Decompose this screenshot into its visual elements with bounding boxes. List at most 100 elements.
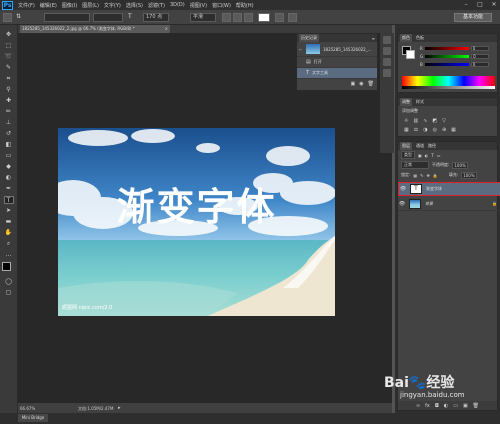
hue-saturation-icon[interactable]: ▦ bbox=[404, 127, 409, 133]
eyedropper-tool-icon[interactable]: ⚲ bbox=[4, 86, 14, 94]
history-item-selected[interactable]: T 文字工具 bbox=[297, 68, 377, 79]
document-tab-close-icon[interactable]: × bbox=[165, 25, 168, 33]
visibility-eye-icon[interactable]: 👁 bbox=[399, 186, 407, 192]
new-document-icon[interactable]: ▣ bbox=[351, 81, 356, 87]
close-button[interactable]: ✕ bbox=[490, 1, 498, 8]
lock-position-icon[interactable]: ✥ bbox=[427, 173, 430, 178]
tab-history[interactable]: 历史记录 bbox=[299, 34, 319, 42]
document-tab[interactable]: 1825285_145326022_2.jpg @ 66.7% (渐变字体, R… bbox=[20, 25, 170, 33]
blue-slider[interactable] bbox=[424, 62, 469, 66]
character-panel-icon[interactable] bbox=[383, 58, 391, 66]
menu-3d[interactable]: 3D(D) bbox=[170, 2, 185, 8]
crop-tool-icon[interactable]: ⌗ bbox=[4, 75, 14, 83]
black-white-icon[interactable]: ◑ bbox=[423, 127, 427, 133]
font-family-select[interactable] bbox=[44, 13, 90, 22]
menu-view[interactable]: 视图(V) bbox=[190, 2, 207, 9]
trash-icon[interactable]: 🗑 bbox=[368, 81, 374, 87]
edit-toolbar-icon[interactable]: … bbox=[4, 251, 14, 259]
filter-adjust-icon[interactable]: ◐ bbox=[425, 153, 429, 158]
filter-type-icon[interactable]: T bbox=[431, 153, 433, 158]
menu-image[interactable]: 图像(I) bbox=[62, 2, 77, 9]
screen-mode-icon[interactable]: ▢ bbox=[4, 289, 14, 297]
link-layers-icon[interactable]: ∞ bbox=[416, 403, 420, 409]
eraser-tool-icon[interactable]: ◧ bbox=[4, 141, 14, 149]
lock-image-icon[interactable]: ✎ bbox=[420, 173, 423, 178]
tab-styles[interactable]: 样式 bbox=[416, 99, 424, 105]
layer-filter-select[interactable]: 类型 bbox=[401, 151, 415, 159]
history-snapshot[interactable]: ⌐ 1825285_145326022_... bbox=[297, 42, 377, 57]
vibrance-icon[interactable]: ▽ bbox=[442, 118, 446, 124]
marquee-tool-icon[interactable]: ⬚ bbox=[4, 42, 14, 50]
levels-icon[interactable]: ▥ bbox=[413, 118, 418, 124]
layer-row-background[interactable]: 👁 背景 🔒 bbox=[398, 197, 500, 211]
text-orientation-icon[interactable]: ⇅ bbox=[16, 13, 23, 22]
align-left-icon[interactable] bbox=[222, 13, 231, 22]
green-slider[interactable] bbox=[425, 54, 470, 58]
history-brush-tool-icon[interactable]: ↺ bbox=[4, 130, 14, 138]
layer-style-icon[interactable]: fx bbox=[425, 403, 430, 409]
green-value[interactable]: 0 bbox=[471, 53, 490, 59]
menu-help[interactable]: 帮助(H) bbox=[236, 2, 254, 9]
antialias-select[interactable]: 平滑 bbox=[190, 13, 216, 22]
new-layer-icon[interactable]: ▣ bbox=[463, 403, 468, 409]
lock-all-icon[interactable]: 🔒 bbox=[433, 173, 438, 178]
stamp-tool-icon[interactable]: ⊥ bbox=[4, 119, 14, 127]
lock-transparent-icon[interactable]: ▦ bbox=[413, 173, 417, 178]
zoom-tool-icon[interactable]: ⌕ bbox=[4, 240, 14, 248]
color-swatches[interactable] bbox=[1, 262, 16, 276]
maximize-button[interactable]: □ bbox=[476, 1, 484, 8]
text-color-swatch[interactable] bbox=[258, 13, 270, 22]
properties-panel-icon[interactable] bbox=[383, 47, 391, 55]
exposure-icon[interactable]: ◩ bbox=[432, 118, 437, 124]
delete-layer-icon[interactable]: 🗑 bbox=[473, 403, 479, 409]
tab-swatches[interactable]: 色板 bbox=[416, 35, 424, 41]
history-item[interactable]: ▤ 打开 bbox=[297, 57, 377, 68]
paragraph-panel-icon[interactable] bbox=[383, 69, 391, 77]
filter-shape-icon[interactable]: ▭ bbox=[437, 153, 441, 158]
channel-mixer-icon[interactable]: ⊕ bbox=[442, 127, 446, 133]
font-size-select[interactable]: 170 点 bbox=[143, 13, 169, 22]
menu-edit[interactable]: 编辑(E) bbox=[40, 2, 57, 9]
brush-tool-icon[interactable]: ✏ bbox=[4, 108, 14, 116]
align-right-icon[interactable] bbox=[244, 13, 253, 22]
fill-input[interactable]: 100% bbox=[461, 171, 477, 179]
align-center-icon[interactable] bbox=[233, 13, 242, 22]
history-brush-source-icon[interactable]: ⌐ bbox=[299, 47, 303, 52]
menu-filter[interactable]: 滤镜(T) bbox=[148, 2, 165, 9]
blue-value[interactable]: 0 bbox=[470, 61, 489, 67]
menu-file[interactable]: 文件(F) bbox=[18, 2, 35, 9]
status-arrow-icon[interactable]: ▸ bbox=[118, 405, 121, 411]
color-background-swatch[interactable] bbox=[406, 50, 415, 59]
red-slider[interactable] bbox=[424, 46, 469, 50]
path-select-tool-icon[interactable]: ➤ bbox=[4, 207, 14, 215]
history-panel-icon[interactable] bbox=[383, 36, 391, 44]
mini-bridge-tab[interactable]: Mini Bridge bbox=[18, 414, 48, 422]
font-style-select[interactable] bbox=[93, 13, 123, 22]
hand-tool-icon[interactable]: ✋ bbox=[4, 229, 14, 237]
menu-select[interactable]: 选择(S) bbox=[126, 2, 143, 9]
tab-color[interactable]: 颜色 bbox=[400, 34, 412, 42]
workspace-select[interactable]: 基本功能 bbox=[454, 13, 492, 22]
blur-tool-icon[interactable]: ◆ bbox=[4, 163, 14, 171]
visibility-eye-icon[interactable]: 👁 bbox=[398, 201, 406, 207]
character-panel-icon[interactable] bbox=[288, 13, 297, 22]
shape-tool-icon[interactable]: ▬ bbox=[4, 218, 14, 226]
panel-menu-icon[interactable]: ≡ bbox=[372, 36, 375, 41]
minimize-button[interactable]: – bbox=[462, 1, 470, 8]
color-lookup-icon[interactable]: ▦ bbox=[451, 127, 456, 133]
camera-icon[interactable]: ◉ bbox=[359, 81, 363, 87]
tab-channels[interactable]: 通道 bbox=[416, 143, 424, 149]
grayscale-bar[interactable] bbox=[402, 86, 495, 89]
menu-type[interactable]: 文字(Y) bbox=[104, 2, 121, 9]
quick-mask-icon[interactable]: ◯ bbox=[4, 278, 14, 286]
menu-layer[interactable]: 图层(L) bbox=[82, 2, 99, 9]
adjustment-layer-icon[interactable]: ◐ bbox=[444, 403, 448, 409]
gradient-tool-icon[interactable]: ▭ bbox=[4, 152, 14, 160]
tab-layers[interactable]: 图层 bbox=[400, 142, 412, 150]
filter-pixel-icon[interactable]: ▣ bbox=[418, 153, 422, 158]
foreground-color-swatch[interactable] bbox=[1, 262, 11, 271]
document-image[interactable]: 渐变字体 昵图网 nipic.com/2.0 bbox=[58, 128, 335, 316]
tab-paths[interactable]: 路径 bbox=[428, 143, 436, 149]
warp-text-icon[interactable] bbox=[275, 13, 284, 22]
menu-window[interactable]: 窗口(W) bbox=[212, 2, 231, 9]
